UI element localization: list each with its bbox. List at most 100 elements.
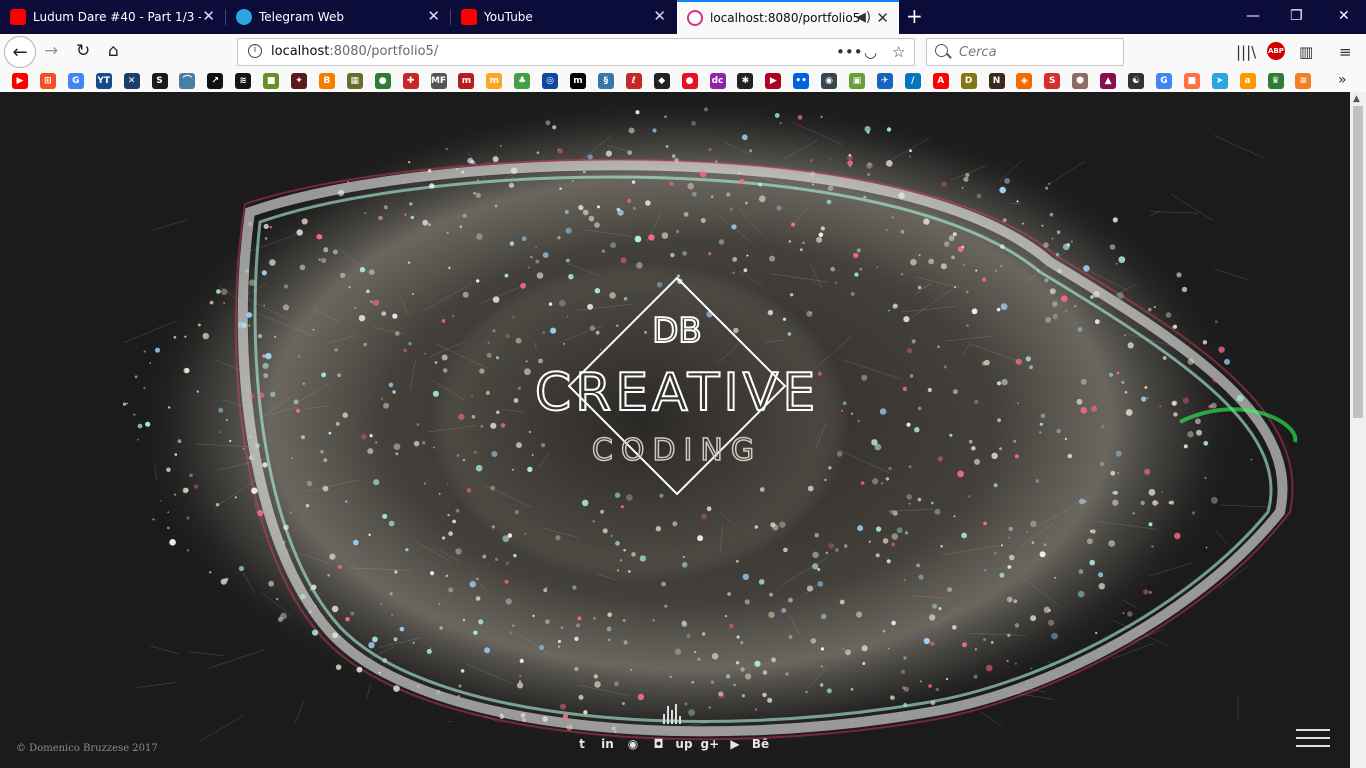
microsoft-icon[interactable]: ⊞ xyxy=(39,73,56,89)
reload-button[interactable]: ↻ xyxy=(76,41,90,61)
arrow-icon[interactable]: ↗ xyxy=(207,73,224,89)
palm-icon[interactable]: ♣ xyxy=(514,73,531,89)
close-icon[interactable]: ✕ xyxy=(876,10,889,26)
game-icon[interactable]: ✦ xyxy=(291,73,307,89)
yinyang-icon[interactable]: ☯ xyxy=(1128,73,1144,89)
url-host: localhost xyxy=(271,44,330,59)
back-arrow-icon: ← xyxy=(12,41,28,63)
url-bar[interactable]: i localhost:8080/portfolio5/ ••• ◡ ☆ xyxy=(237,38,915,66)
minecraft-icon[interactable]: ■ xyxy=(263,73,280,89)
upwork-icon[interactable]: up xyxy=(675,735,693,753)
bird-icon[interactable]: ⌒ xyxy=(179,73,196,89)
close-icon[interactable]: ✕ xyxy=(653,8,666,24)
share-icon[interactable]: ✈ xyxy=(876,73,893,89)
close-icon[interactable]: ✕ xyxy=(427,8,440,24)
page-content: DB CREATIVE CODING © Domenico Bruzzese 2… xyxy=(0,92,1350,768)
youtube-icon[interactable]: ▶ xyxy=(726,735,744,753)
speaker-icon[interactable]: ◀) xyxy=(856,10,871,25)
tab-telegram[interactable]: Telegram Web ✕ xyxy=(226,0,450,34)
instagram-icon[interactable]: ◘ xyxy=(650,735,668,753)
forward-button[interactable]: → xyxy=(44,41,58,61)
home-button[interactable]: ⌂ xyxy=(108,41,119,61)
spider-icon[interactable]: ✱ xyxy=(737,73,754,89)
amazon-icon[interactable]: a xyxy=(1239,73,1256,89)
linkedin-icon[interactable]: in xyxy=(599,735,617,753)
page-actions-icon[interactable]: ••• xyxy=(836,43,863,61)
more-bookmarks-icon[interactable]: » xyxy=(1338,72,1347,88)
new-tab-button[interactable]: + xyxy=(906,6,923,26)
stack-icon[interactable]: ≡ xyxy=(1295,73,1312,89)
library-icon[interactable]: |||\ xyxy=(1236,43,1256,61)
twitter-icon[interactable]: t xyxy=(573,735,591,753)
tab-youtube[interactable]: YouTube ✕ xyxy=(451,0,676,34)
steam-icon[interactable]: S xyxy=(151,73,168,89)
pocket-icon[interactable]: ◡ xyxy=(864,43,877,61)
compass-icon[interactable]: ◈ xyxy=(1016,73,1033,89)
jt-icon[interactable]: ℓ xyxy=(625,73,642,89)
restore-button[interactable]: ❐ xyxy=(1290,8,1303,24)
search-icon xyxy=(935,44,948,57)
google-icon[interactable]: G xyxy=(67,73,84,89)
books-icon[interactable]: m xyxy=(486,73,503,89)
tab-title: YouTube xyxy=(484,10,533,24)
hamburger-menu-icon[interactable]: ≡ xyxy=(1339,43,1352,61)
mf-icon[interactable]: MF xyxy=(430,73,447,89)
bookmarks-toolbar: » ▶ ⊞ G YT ✕ S ⌒ ↗ ≋ ■ ✦ B ▦ ● ✚ MF m m ♣ ◎ m § ℓ ◆ ● dc ✱ ▶ •• ◉ ▣ ✈ / A… xyxy=(0,70,1366,93)
blogger-icon[interactable]: B xyxy=(318,73,335,89)
m-red-icon[interactable]: m xyxy=(458,73,475,89)
logo-subtitle: CODING xyxy=(592,433,762,468)
scrollbar[interactable]: ▲ xyxy=(1350,92,1366,768)
map-icon[interactable]: ▦ xyxy=(346,73,363,89)
youtube-icon[interactable]: ▶ xyxy=(12,73,28,89)
adblock-icon[interactable]: ABP xyxy=(1267,42,1285,60)
close-window-button[interactable]: ✕ xyxy=(1338,8,1350,24)
ytmp3-icon[interactable]: YT xyxy=(95,73,112,89)
shield-icon[interactable]: ✚ xyxy=(402,73,419,89)
n-icon[interactable]: N xyxy=(988,73,1005,89)
behance-icon[interactable]: Bē xyxy=(752,735,770,753)
translate-icon[interactable]: G xyxy=(1155,73,1172,89)
spotify-icon[interactable]: ≋ xyxy=(235,73,252,89)
medium-icon[interactable]: m xyxy=(570,73,586,89)
slash-icon[interactable]: / xyxy=(904,73,921,89)
unity-icon[interactable]: ◆ xyxy=(653,73,670,89)
sidebar-icon[interactable]: ▥ xyxy=(1299,43,1313,61)
sound-toggle-icon[interactable] xyxy=(663,704,683,724)
url-path: :8080/portfolio5/ xyxy=(329,44,439,59)
search-bar[interactable]: Cerca xyxy=(926,38,1124,66)
s-icon[interactable]: S xyxy=(1044,73,1061,89)
orange-icon[interactable]: ■ xyxy=(1183,73,1200,89)
redbubble-icon[interactable]: ● xyxy=(681,73,698,89)
gplus-icon[interactable]: g+ xyxy=(701,735,720,753)
scroll-thumb[interactable] xyxy=(1353,106,1363,418)
back-button[interactable]: ← xyxy=(4,36,36,68)
globe-icon[interactable]: ● xyxy=(374,73,391,89)
tab-ludum-dare[interactable]: Ludum Dare #40 - Part 1/3 - YouTube ✕ xyxy=(0,0,225,34)
codepen-icon[interactable]: ◎ xyxy=(542,73,559,89)
play-icon[interactable]: ▶ xyxy=(765,73,782,89)
python-icon[interactable]: § xyxy=(597,73,614,89)
fingerprint-icon[interactable]: ◉ xyxy=(821,73,838,89)
tab-title: localhost:8080/portfolio5/ xyxy=(710,11,860,25)
scroll-up-icon[interactable]: ▲ xyxy=(1353,94,1360,104)
url-text[interactable]: localhost:8080/portfolio5/ xyxy=(271,44,438,59)
info-icon[interactable]: i xyxy=(248,44,262,58)
minimize-button[interactable]: — xyxy=(1246,8,1260,24)
telegram-icon[interactable]: ➤ xyxy=(1211,73,1228,89)
menu-icon[interactable] xyxy=(1296,729,1330,749)
youtube-icon xyxy=(461,9,477,25)
badge-icon[interactable]: ⬢ xyxy=(1072,73,1089,89)
tab-strip: Ludum Dare #40 - Part 1/3 - YouTube ✕ Te… xyxy=(0,0,1366,34)
github-icon[interactable]: ◉ xyxy=(624,735,642,753)
d-icon[interactable]: D xyxy=(960,73,977,89)
crown-icon[interactable]: ♛ xyxy=(1267,73,1284,89)
flickr-icon[interactable]: •• xyxy=(793,73,810,89)
bookmark-star-icon[interactable]: ☆ xyxy=(892,43,905,61)
dc-icon[interactable]: dc xyxy=(709,73,726,89)
adobe-icon[interactable]: A xyxy=(932,73,949,89)
city-icon[interactable]: ▲ xyxy=(1100,73,1117,89)
close-icon[interactable]: ✕ xyxy=(202,8,215,24)
xcom-icon[interactable]: ✕ xyxy=(123,73,140,89)
tab-portfolio[interactable]: localhost:8080/portfolio5/ ◀) ✕ xyxy=(677,0,899,34)
grid-icon[interactable]: ▣ xyxy=(849,73,865,89)
